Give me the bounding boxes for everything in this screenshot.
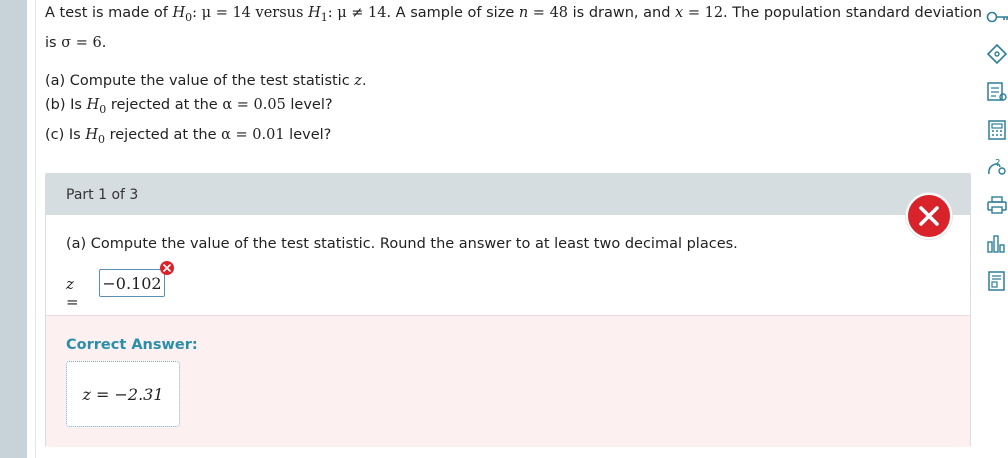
h1-subscript: 1 [320, 10, 328, 24]
key-icon[interactable] [986, 6, 1008, 28]
answer-input[interactable]: −0.102 [99, 269, 165, 297]
tag-icon[interactable] [986, 43, 1008, 65]
null-hypothesis: : μ = 14 versus [192, 5, 309, 21]
correct-answer-panel: Correct Answer: z = −2.31 [46, 315, 970, 447]
question-text-segment: (c) Is [45, 127, 86, 143]
question-text-segment: . [361, 73, 367, 89]
correct-answer-title: Correct Answer: [66, 337, 198, 353]
question-line-1: A test is made of H0: μ = 14 versus H1: … [45, 5, 982, 24]
h0-symbol: H [172, 5, 186, 21]
question-part-c: (c) Is H0 rejected at the α = 0.01 level… [45, 127, 331, 146]
left-margin-strip [0, 0, 27, 458]
h1-symbol: H [308, 5, 321, 21]
print-icon[interactable] [986, 194, 1008, 216]
question-text-segment: The population standard deviation [727, 5, 982, 21]
question-text-segment: is drawn, and [568, 5, 676, 21]
svg-text:?: ? [995, 158, 1000, 169]
answer-label: z = [66, 275, 79, 311]
part-panel: Part 1 of 3 (a) Compute the value of the… [45, 173, 971, 447]
h0-symbol: H [85, 127, 98, 143]
sample-mean: = 12. [683, 5, 728, 21]
n-variable: n [518, 5, 529, 21]
part-header: Part 1 of 3 [46, 174, 970, 215]
part-prompt: (a) Compute the value of the test statis… [66, 236, 738, 252]
question-line-2: is σ = 6. [45, 35, 106, 51]
correct-answer-value: z = −2.31 [82, 384, 164, 404]
h0-subscript: 0 [98, 132, 105, 146]
question-text-segment: (a) Compute the value of the test statis… [45, 73, 355, 89]
calculator-icon[interactable] [986, 119, 1008, 141]
wrong-answer-icon [160, 261, 174, 275]
help-icon[interactable]: ? [986, 156, 1008, 178]
z-variable: z [354, 73, 362, 89]
question-text-segment: A sample of size [391, 5, 519, 21]
question-text-segment: rejected at the [106, 97, 223, 113]
question-text-segment: is [45, 35, 62, 51]
x-variable: x [675, 5, 684, 21]
notes-icon[interactable] [986, 81, 1008, 103]
question-text-segment: rejected at the [105, 127, 222, 143]
question-part-a: (a) Compute the value of the test statis… [45, 73, 367, 89]
alpha-level: α = 0.01 [221, 127, 285, 143]
left-margin-border [27, 0, 36, 458]
part-title: Part 1 of 3 [66, 187, 139, 203]
h0-symbol: H [86, 97, 100, 113]
question-text-segment: A test is made of [45, 5, 173, 21]
question-text-segment: level? [285, 97, 333, 113]
data-icon[interactable] [986, 270, 1008, 292]
chart-icon[interactable] [986, 232, 1008, 254]
sample-size: = 48 [528, 5, 569, 21]
alt-hypothesis: : μ ≠ 14. [327, 5, 392, 21]
correct-answer-box: z = −2.31 [66, 361, 180, 427]
incorrect-badge-icon [906, 193, 952, 239]
question-text-segment: level? [284, 127, 332, 143]
population-sd: σ = 6. [61, 35, 107, 51]
question-text-segment: (b) Is [45, 97, 87, 113]
question-part-b: (b) Is H0 rejected at the α = 0.05 level… [45, 97, 333, 116]
alpha-level: α = 0.05 [222, 97, 286, 113]
tool-sidebar: ? [982, 0, 1008, 458]
